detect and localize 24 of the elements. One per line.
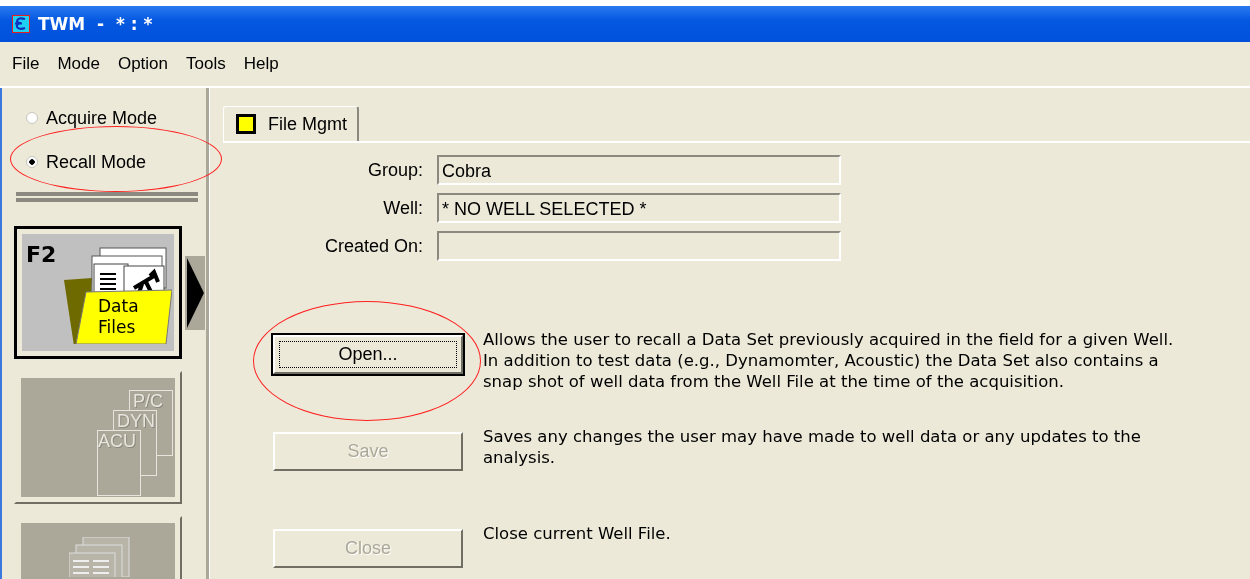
menu-item[interactable]: File	[10, 53, 42, 75]
nav-button[interactable]: F2 Data Files	[14, 226, 182, 359]
action-description: Saves any changes the user may have made to well data or any updates to the analysis.	[483, 426, 1142, 468]
action-button[interactable]: Open...	[273, 335, 463, 374]
window-title: TWM - * : *	[38, 14, 153, 34]
shortcut-key: F2	[26, 242, 57, 267]
menu-item[interactable]: Tools	[184, 53, 228, 75]
action-description: Close current Well File.	[483, 523, 672, 544]
nav-button-label: Data Files	[98, 296, 140, 338]
text-field[interactable]: * NO WELL SELECTED *	[437, 193, 841, 223]
radio-label[interactable]: Recall Mode	[46, 151, 147, 173]
page-label: P/C	[132, 391, 164, 411]
field-label: Created On:	[323, 235, 423, 257]
page-label: DYN	[116, 411, 156, 431]
tab[interactable]: File Mgmt	[223, 106, 359, 141]
radio-label[interactable]: Acquire Mode	[46, 107, 158, 129]
field-label: Well:	[382, 197, 423, 219]
page-label: ACU	[98, 431, 137, 451]
menu-item[interactable]: Option	[115, 53, 171, 75]
action-description: Allows the user to recall a Data Set previously acquired in the field for a given Well. In addition to test data (e.g., Dynamomter, Acoustic) the Data Set also contains a snap shot of well data from the Well File at the time of the acquisition.	[483, 329, 1175, 392]
menu-item[interactable]: Help	[241, 53, 281, 75]
menu-item[interactable]: Mode	[55, 53, 102, 75]
text-field[interactable]: Cobra	[437, 155, 841, 185]
field-label: Group:	[366, 159, 423, 181]
